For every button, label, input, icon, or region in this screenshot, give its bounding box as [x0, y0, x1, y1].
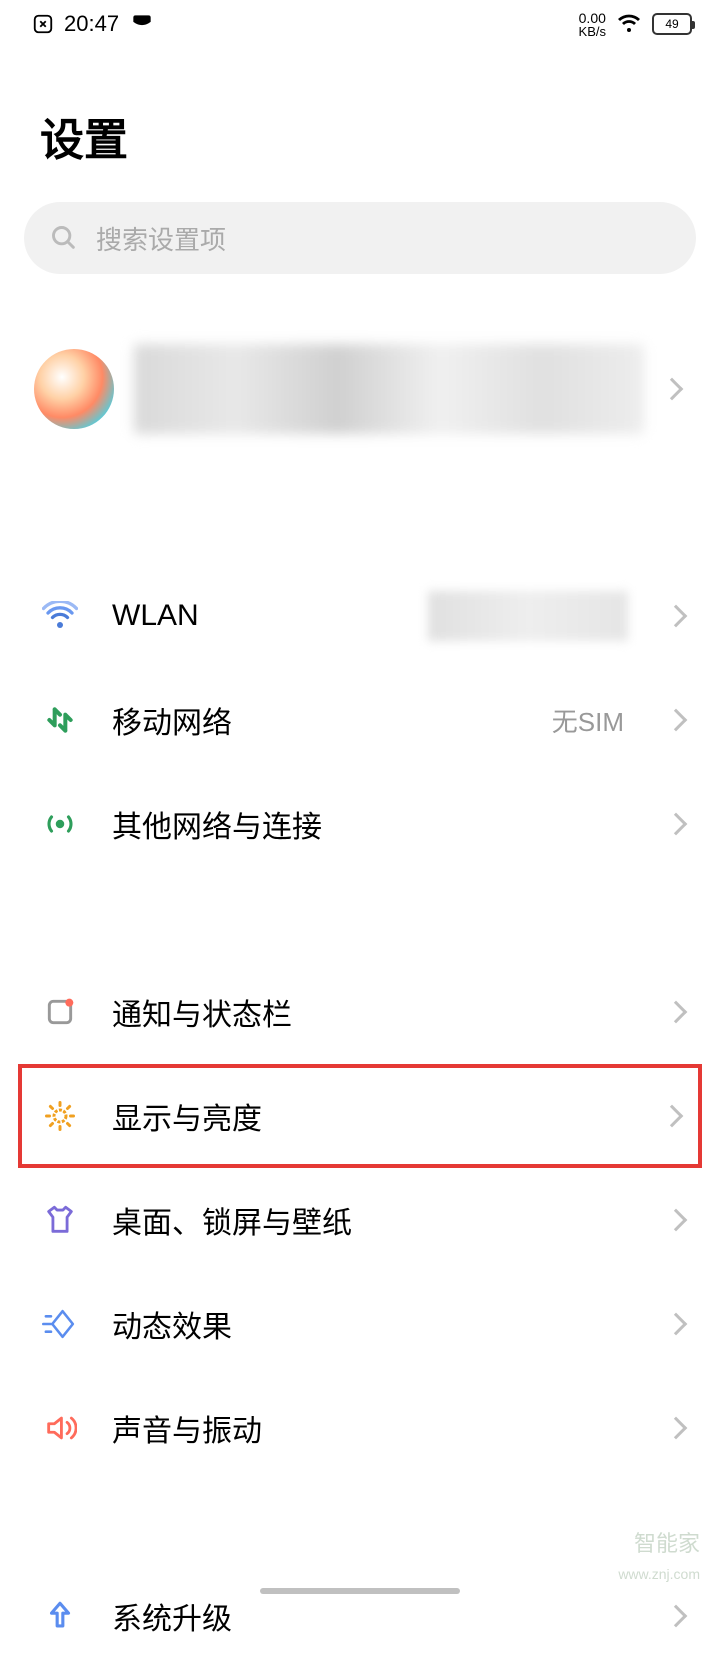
search-input[interactable]: 搜索设置项 — [24, 202, 696, 274]
setting-item-notification[interactable]: 通知与状态栏 — [0, 960, 720, 1064]
chevron-right-icon — [661, 1105, 684, 1128]
setting-label: 桌面、锁屏与壁纸 — [112, 1198, 634, 1242]
status-time: 20:47 — [64, 11, 119, 37]
setting-label: 其他网络与连接 — [112, 802, 634, 846]
home-indicator[interactable] — [260, 1588, 460, 1594]
search-placeholder: 搜索设置项 — [96, 220, 226, 257]
setting-item-motion[interactable]: 动态效果 — [0, 1272, 720, 1376]
setting-item-display[interactable]: 显示与亮度 — [18, 1064, 702, 1168]
page-title: 设置 — [0, 48, 720, 202]
avatar — [34, 349, 114, 429]
chevron-right-icon — [665, 1001, 688, 1024]
chevron-right-icon — [665, 605, 688, 628]
tshirt-icon — [42, 1202, 78, 1238]
wifi-settings-icon — [42, 598, 78, 634]
battery-icon: 49 — [652, 13, 692, 35]
setting-item-other-network[interactable]: 其他网络与连接 — [0, 772, 720, 876]
account-entry[interactable] — [24, 334, 696, 444]
setting-label: 动态效果 — [112, 1302, 634, 1346]
chevron-right-icon — [665, 1605, 688, 1628]
setting-item-desktop[interactable]: 桌面、锁屏与壁纸 — [0, 1168, 720, 1272]
setting-item-wlan[interactable]: WLAN — [0, 564, 720, 668]
chevron-right-icon — [665, 1209, 688, 1232]
motion-icon — [42, 1306, 78, 1342]
setting-label: WLAN — [112, 599, 394, 633]
chevron-right-icon — [665, 1313, 688, 1336]
setting-value: 无SIM — [552, 702, 624, 739]
search-icon — [50, 224, 78, 252]
setting-label: 显示与亮度 — [112, 1094, 630, 1138]
hotspot-icon — [42, 806, 78, 842]
setting-item-sound[interactable]: 声音与振动 — [0, 1376, 720, 1480]
update-icon — [42, 1598, 78, 1634]
chevron-right-icon — [665, 1417, 688, 1440]
setting-item-system-update[interactable]: 系统升级 — [0, 1564, 720, 1668]
notification-icon — [42, 994, 78, 1030]
chevron-right-icon — [665, 813, 688, 836]
mobile-data-icon — [42, 702, 78, 738]
net-speed: 0.00 KB/s — [579, 11, 606, 38]
status-bar: 20:47 0.00 KB/s 49 — [0, 0, 720, 48]
setting-label: 声音与振动 — [112, 1406, 634, 1450]
chevron-right-icon — [661, 378, 684, 401]
wifi-icon — [616, 14, 642, 34]
status-left: 20:47 — [32, 11, 155, 37]
wlan-value-blurred — [428, 591, 628, 641]
account-info-blurred — [134, 344, 644, 434]
brightness-icon — [42, 1098, 78, 1134]
status-right: 0.00 KB/s 49 — [579, 11, 692, 38]
chevron-right-icon — [665, 709, 688, 732]
setting-label: 系统升级 — [112, 1594, 634, 1638]
watermark-url: www.znj.com — [618, 1566, 700, 1582]
app-drawer-icon — [129, 11, 155, 37]
watermark: 智能家 — [634, 1526, 700, 1558]
close-app-icon — [32, 13, 54, 35]
setting-label: 移动网络 — [112, 698, 518, 742]
setting-item-mobile-network[interactable]: 移动网络 无SIM — [0, 668, 720, 772]
sound-icon — [42, 1410, 78, 1446]
setting-label: 通知与状态栏 — [112, 990, 634, 1034]
